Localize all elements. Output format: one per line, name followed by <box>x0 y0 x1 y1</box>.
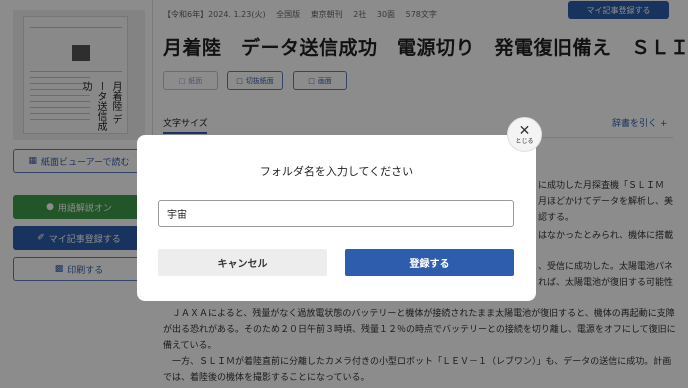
folder-name-dialog: フォルダ名を入力してください キャンセル 登録する <box>137 135 536 301</box>
dialog-title: フォルダ名を入力してください <box>259 165 414 178</box>
close-dialog-button[interactable]: ✕ とじる <box>507 117 542 152</box>
cancel-button-label: キャンセル <box>217 259 268 270</box>
close-icon: ✕ <box>518 122 531 139</box>
register-button[interactable]: 登録する <box>345 249 514 276</box>
close-label: とじる <box>515 137 534 145</box>
cancel-button[interactable]: キャンセル <box>158 249 327 276</box>
folder-name-input[interactable] <box>158 200 514 227</box>
register-button-label: 登録する <box>409 259 450 270</box>
